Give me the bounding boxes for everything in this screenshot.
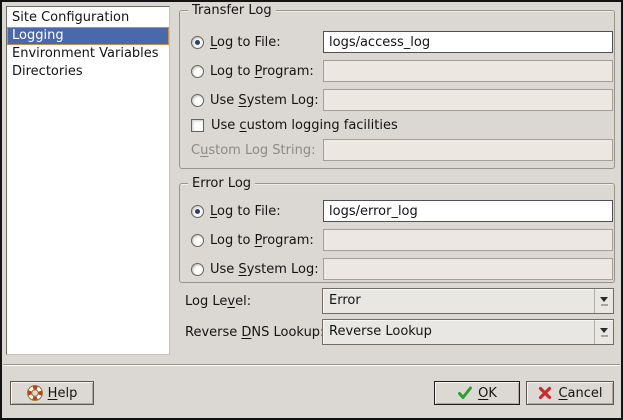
ok-button[interactable]: OK xyxy=(434,381,520,405)
error-log-to-program-radio[interactable] xyxy=(191,234,204,247)
transfer-log-frame-title: Transfer Log xyxy=(188,2,276,19)
use-custom-logging-checkbox[interactable] xyxy=(191,119,204,132)
transfer-log-to-file-radio[interactable] xyxy=(191,36,204,49)
error-log-to-file-row: Log to File: xyxy=(191,200,611,222)
sidebar-item-label: Directories xyxy=(12,64,83,79)
error-log-file-input[interactable] xyxy=(323,200,613,222)
transfer-log-to-program-row: Log to Program: xyxy=(191,60,611,82)
reverse-dns-row: Reverse DNS Lookup: Reverse Lookup xyxy=(185,319,614,345)
use-custom-logging-label: Use custom logging facilities xyxy=(211,118,398,133)
custom-log-string-input xyxy=(323,139,613,161)
error-log-to-file-radio[interactable] xyxy=(191,205,204,218)
transfer-use-system-log-radio[interactable] xyxy=(191,94,204,107)
custom-logging-facilities-row: Use custom logging facilities xyxy=(191,115,611,135)
transfer-log-to-file-label: Log to File: xyxy=(210,35,281,50)
button-area-separator xyxy=(3,364,620,366)
sidebar-item-site-configuration[interactable]: Site Configuration xyxy=(7,9,169,27)
error-use-system-log-radio[interactable] xyxy=(191,263,204,276)
transfer-log-to-file-row: Log to File: xyxy=(191,31,611,53)
sidebar-item-directories[interactable]: Directories xyxy=(7,63,169,81)
error-log-to-file-label: Log to File: xyxy=(210,204,281,219)
transfer-log-to-program-radio[interactable] xyxy=(191,65,204,78)
transfer-log-frame: Transfer Log Log to File: Log to Program… xyxy=(179,10,615,169)
error-use-system-log-row: Use System Log: xyxy=(191,258,611,280)
sidebar-item-label: Site Configuration xyxy=(12,10,129,25)
error-log-frame: Error Log Log to File: Log to Program: U… xyxy=(179,183,615,283)
log-level-label: Log Level: xyxy=(185,294,251,309)
sidebar-item-label: Logging xyxy=(12,28,64,43)
cancel-button[interactable]: Cancel xyxy=(526,381,614,405)
error-log-to-program-label: Log to Program: xyxy=(210,233,314,248)
error-use-system-log-label: Use System Log: xyxy=(210,262,319,277)
custom-log-string-label: Custom Log String: xyxy=(191,143,315,158)
error-log-program-input xyxy=(323,229,613,251)
lifebuoy-help-icon xyxy=(27,385,43,401)
transfer-log-file-input[interactable] xyxy=(323,31,613,53)
custom-log-string-row: Custom Log String: xyxy=(191,139,611,161)
sidebar-item-logging[interactable]: Logging xyxy=(7,27,169,45)
sidebar-item-label: Environment Variables xyxy=(12,46,159,61)
log-level-value: Error xyxy=(323,289,594,313)
ok-button-label: OK xyxy=(478,386,497,401)
chevron-down-icon xyxy=(594,320,613,344)
reverse-dns-select[interactable]: Reverse Lookup xyxy=(322,319,614,345)
chevron-down-icon xyxy=(594,289,613,313)
help-button[interactable]: Help xyxy=(10,381,94,405)
error-log-to-program-row: Log to Program: xyxy=(191,229,611,251)
error-log-syslog-input xyxy=(323,258,613,280)
transfer-log-syslog-input xyxy=(323,89,613,111)
log-level-row: Log Level: Error xyxy=(185,288,614,314)
category-list: Site Configuration Logging Environment V… xyxy=(6,6,170,355)
sidebar-item-environment-variables[interactable]: Environment Variables xyxy=(7,45,169,63)
transfer-log-program-input xyxy=(323,60,613,82)
error-log-frame-title: Error Log xyxy=(188,175,255,192)
log-level-select[interactable]: Error xyxy=(322,288,614,314)
transfer-use-system-log-label: Use System Log: xyxy=(210,93,319,108)
help-button-label: Help xyxy=(48,386,78,401)
x-cancel-icon xyxy=(537,385,553,401)
transfer-use-system-log-row: Use System Log: xyxy=(191,89,611,111)
reverse-dns-value: Reverse Lookup xyxy=(323,320,594,344)
reverse-dns-label: Reverse DNS Lookup: xyxy=(185,325,324,340)
check-icon xyxy=(457,385,473,401)
httpd-configuration-dialog: Site Configuration Logging Environment V… xyxy=(0,0,623,420)
cancel-button-label: Cancel xyxy=(558,386,602,401)
transfer-log-to-program-label: Log to Program: xyxy=(210,64,314,79)
